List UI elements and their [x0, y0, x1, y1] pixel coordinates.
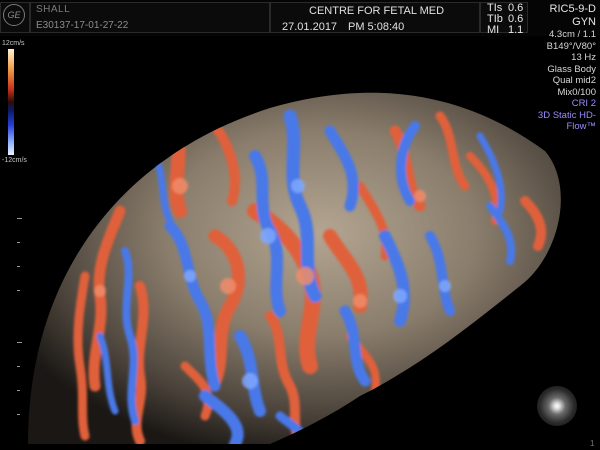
depth-tick	[17, 218, 22, 219]
depth-tick	[17, 290, 20, 291]
depth-tick	[17, 366, 20, 367]
parameter-panel: 4.3cm / 1.1 B149°/V80° 13 Hz Glass Body …	[538, 29, 596, 133]
cri-param: CRI 2	[571, 98, 596, 109]
mi-label: MI	[487, 24, 500, 36]
frame-number: 1	[590, 439, 595, 448]
depth-tick	[17, 242, 20, 243]
patient-id: E30137-17-01-27-22	[36, 20, 129, 31]
depth-tick	[17, 414, 20, 415]
depth-param: 4.3cm / 1.1	[549, 29, 596, 40]
exam-time: PM 5:08:40	[348, 21, 405, 33]
scale-bottom-label: -12cm/s	[2, 157, 27, 164]
scale-top-label: 12cm/s	[2, 40, 25, 47]
depth-tick	[17, 342, 22, 343]
doppler-color-bar	[8, 49, 14, 155]
quality-param: Qual mid2	[552, 75, 596, 86]
header-bar: GE SHALL E30137-17-01-27-22 CENTRE FOR F…	[0, 0, 600, 36]
exam-date: 27.01.2017	[282, 21, 338, 33]
frequency-param: 13 Hz	[571, 52, 596, 63]
ge-logo-icon: GE	[3, 4, 25, 26]
depth-tick	[17, 390, 20, 391]
mi-value: 1.1	[508, 24, 524, 36]
patient-name: SHALL	[36, 4, 71, 15]
ultrasound-screen: GE SHALL E30137-17-01-27-22 CENTRE FOR F…	[0, 0, 600, 450]
depth-tick	[17, 266, 20, 267]
render-mode-param: Glass Body	[547, 63, 596, 75]
mode-param-line2: Flow™	[566, 121, 596, 132]
angle-param: B149°/V80°	[546, 40, 596, 52]
mode-param-line1: 3D Static HD-	[537, 109, 596, 121]
volume-render-image	[28, 92, 561, 445]
mix-param: Mix0/100	[557, 86, 596, 98]
exam-preset: GYN	[572, 16, 596, 28]
probe-name: RIC5-9-D	[549, 3, 596, 15]
hospital-name: CENTRE FOR FETAL MED	[309, 5, 445, 17]
orientation-sphere-icon[interactable]	[537, 386, 577, 426]
